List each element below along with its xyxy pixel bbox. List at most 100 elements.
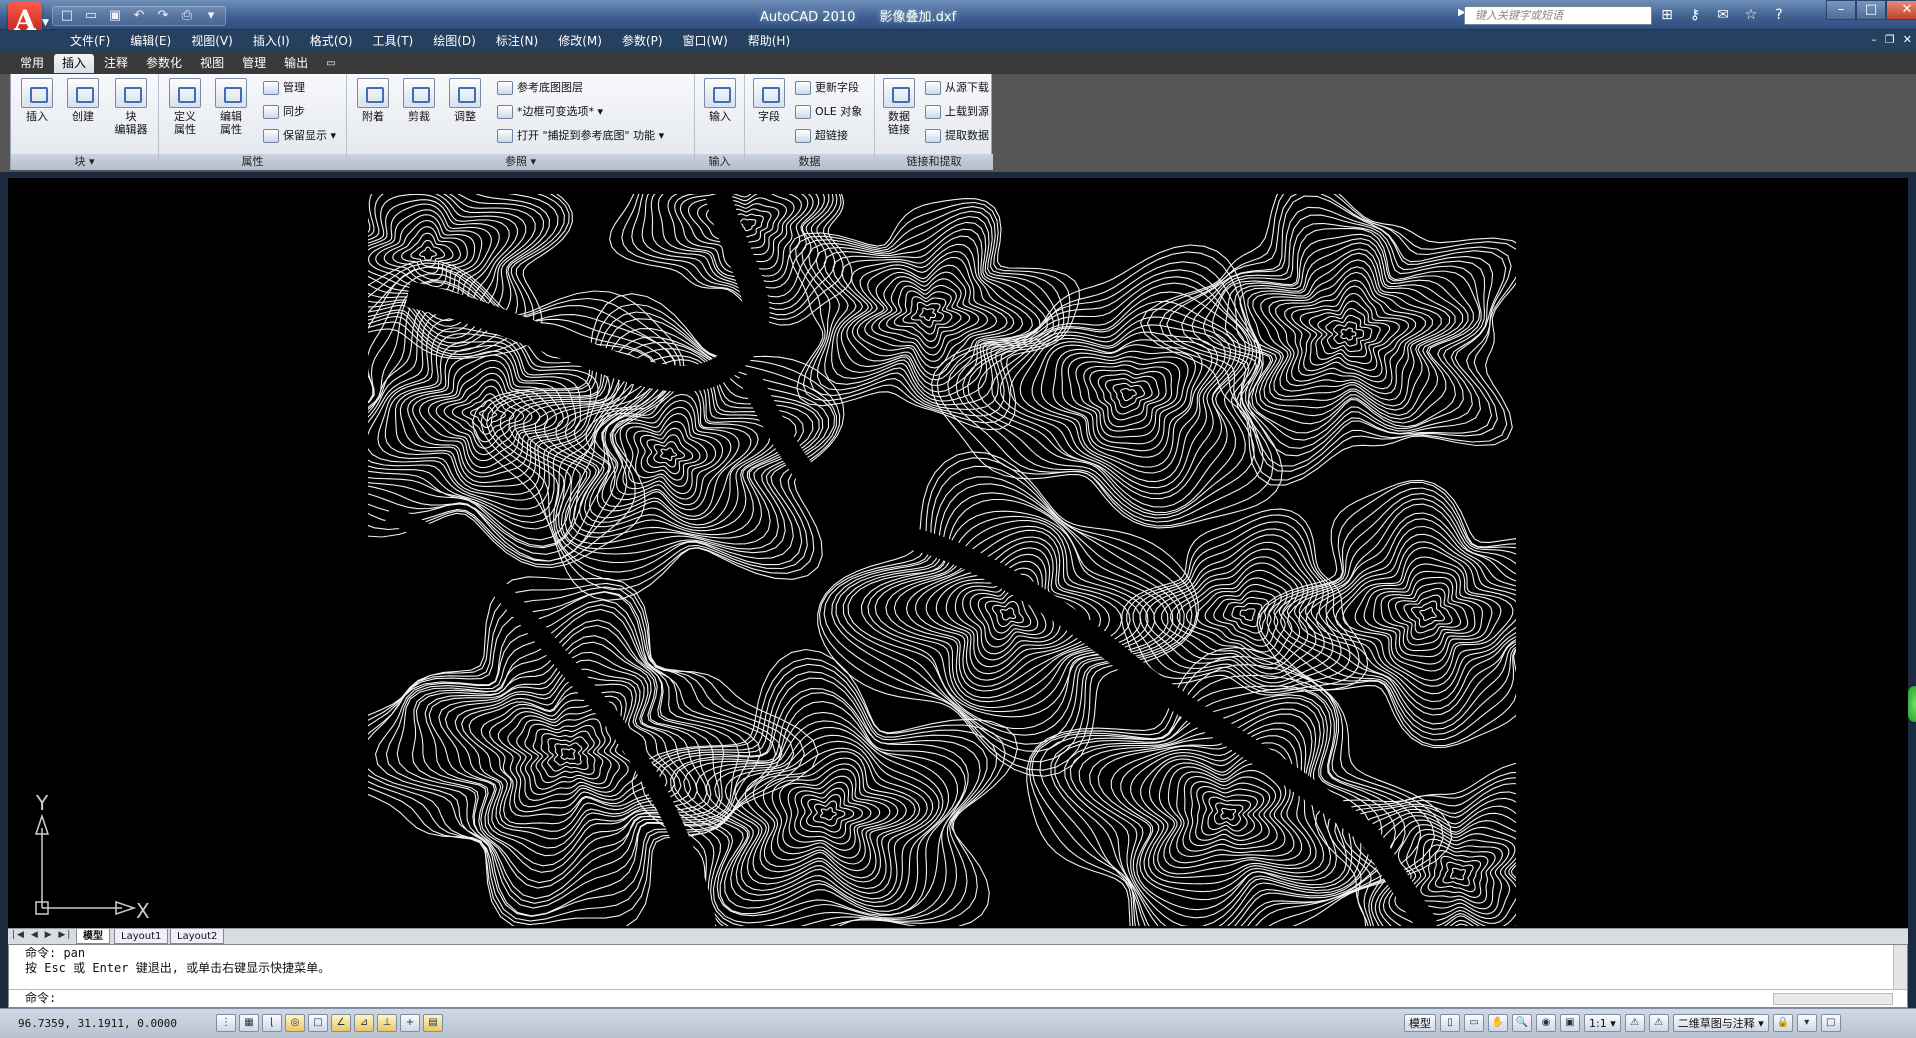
menu-view[interactable]: 视图(V) [181, 33, 243, 49]
frames-dropdown[interactable]: *边框可变选项* ▾ [497, 102, 603, 122]
new-icon[interactable]: □ [57, 7, 77, 25]
menu-tools[interactable]: 工具(T) [363, 33, 424, 49]
menu-draw[interactable]: 绘图(D) [423, 33, 486, 49]
retain-display-button[interactable]: 保留显示 ▾ [263, 126, 336, 146]
dynamic-ucs-icon[interactable]: ⊿ [354, 1014, 374, 1032]
clip-button[interactable]: 剪裁 [397, 78, 441, 123]
zoom-icon[interactable]: 🔍 [1512, 1014, 1532, 1032]
menu-modify[interactable]: 修改(M) [548, 33, 612, 49]
layout-nav-arrows-icon[interactable]: |◀ ◀ ▶ ▶| [12, 930, 72, 940]
print-icon[interactable]: ⎙ [177, 7, 197, 25]
snap-underlay-dropdown[interactable]: 打开 "捕捉到参考底图" 功能 ▾ [497, 126, 664, 146]
grid-display-icon[interactable]: ▦ [239, 1014, 259, 1032]
underlay-layers-button[interactable]: 参考底图图层 [497, 78, 583, 98]
menu-file[interactable]: 文件(F) [60, 33, 120, 49]
menu-help[interactable]: 帮助(H) [738, 33, 800, 49]
sync-attributes-button[interactable]: 同步 [263, 102, 305, 122]
snap-mode-icon[interactable]: ⋮ [216, 1014, 236, 1032]
command-scrollbar[interactable] [1893, 945, 1907, 989]
workspace-switch-dropdown[interactable]: 二维草图与注释 ▾ [1672, 1014, 1769, 1032]
menu-insert[interactable]: 插入(I) [243, 33, 300, 49]
redo-icon[interactable]: ↷ [153, 7, 173, 25]
manage-attributes-button[interactable]: 管理 [263, 78, 305, 98]
tab-annotate[interactable]: 注释 [96, 54, 136, 73]
quick-view-drawings-icon[interactable]: ▭ [1464, 1014, 1484, 1032]
doc-restore-icon[interactable]: ❐ [1885, 33, 1895, 46]
download-from-source-button[interactable]: 从源下载 [925, 78, 989, 98]
binoculars-icon[interactable]: ⊞ [1656, 5, 1678, 25]
panel-title-block[interactable]: 块 ▾ [11, 154, 158, 170]
annotation-scale-dropdown[interactable]: 1:1 ▾ [1584, 1014, 1621, 1032]
hyperlink-button[interactable]: 超链接 [795, 126, 848, 146]
lock-icon[interactable]: 🔒 [1772, 1014, 1793, 1032]
comm-center-icon[interactable]: ✉ [1712, 5, 1734, 25]
steering-wheel-icon[interactable]: ◉ [1536, 1014, 1556, 1032]
tab-home[interactable]: 常用 [12, 54, 52, 73]
undo-icon[interactable]: ↶ [129, 7, 149, 25]
key-icon[interactable]: ⚷ [1684, 5, 1706, 25]
menu-window[interactable]: 窗口(W) [673, 33, 738, 49]
polar-tracking-icon[interactable]: ◎ [285, 1014, 305, 1032]
model-space-button[interactable]: 模型 [1404, 1014, 1436, 1032]
annotation-visibility-icon[interactable]: ⚠ [1624, 1014, 1645, 1032]
command-input[interactable]: 命令: [9, 989, 1907, 1007]
quick-view-layouts-icon[interactable]: ▯ [1440, 1014, 1460, 1032]
minimize-button[interactable]: – [1826, 0, 1856, 20]
lineweight-icon[interactable]: + [400, 1014, 420, 1032]
help-icon[interactable]: ? [1768, 5, 1790, 25]
tab-view[interactable]: 视图 [192, 54, 232, 73]
extract-data-button[interactable]: 提取数据 [925, 126, 989, 146]
ole-object-button[interactable]: OLE 对象 [795, 102, 862, 122]
data-link-button[interactable]: 数据 链接 [877, 78, 921, 136]
panel-title-reference[interactable]: 参照 ▾ [347, 154, 694, 170]
dropdown-icon[interactable]: ▾ [201, 7, 221, 25]
doc-minimize-icon[interactable]: – [1871, 33, 1877, 46]
menu-edit[interactable]: 编辑(E) [120, 33, 181, 49]
tab-insert[interactable]: 插入 [54, 54, 95, 73]
block-editor-label-1: 块 [125, 110, 137, 123]
tray-settings-icon[interactable]: ▾ [1796, 1014, 1817, 1032]
doc-close-icon[interactable]: ✕ [1903, 33, 1912, 46]
ribbon-minimize-icon[interactable]: ▭ [318, 54, 343, 73]
menu-parametric[interactable]: 参数(P) [612, 33, 673, 49]
restore-button[interactable]: □ [1856, 0, 1886, 20]
insert-block-button[interactable]: 插入 [15, 78, 59, 123]
object-snap-tracking-icon[interactable]: ∠ [331, 1014, 351, 1032]
tab-parametric[interactable]: 参数化 [138, 54, 190, 73]
open-icon[interactable]: ▭ [81, 7, 101, 25]
create-block-button[interactable]: 创建 [61, 78, 105, 123]
tab-manage[interactable]: 管理 [234, 54, 274, 73]
tab-output[interactable]: 输出 [276, 54, 316, 73]
search-input[interactable]: 键入关键字或短语 [1464, 6, 1652, 25]
tab-layout1[interactable]: Layout1 [114, 929, 169, 944]
side-handle-icon[interactable] [1908, 686, 1916, 722]
pan-icon[interactable]: ✋ [1488, 1014, 1508, 1032]
import-button[interactable]: 输入 [698, 78, 742, 123]
showmotion-icon[interactable]: ▣ [1560, 1014, 1580, 1032]
object-snap-icon[interactable]: □ [308, 1014, 328, 1032]
upload-to-source-button[interactable]: 上载到源 [925, 102, 989, 122]
define-attributes-button[interactable]: 定义 属性 [163, 78, 207, 136]
quick-properties-icon[interactable]: ▤ [423, 1014, 443, 1032]
clean-screen-icon[interactable]: □ [1820, 1014, 1841, 1032]
coordinates-readout[interactable]: 96.7359, 31.1911, 0.0000 [18, 1017, 177, 1030]
edit-attributes-button[interactable]: 编辑 属性 [209, 78, 253, 136]
close-button[interactable]: ✕ [1886, 0, 1916, 20]
command-hscrollbar[interactable] [1773, 993, 1893, 1005]
menu-dimension[interactable]: 标注(N) [486, 33, 548, 49]
adjust-button[interactable]: 调整 [443, 78, 487, 123]
tab-model[interactable]: 模型 [76, 929, 110, 944]
attach-button[interactable]: 附着 [351, 78, 395, 123]
save-icon[interactable]: ▣ [105, 7, 125, 25]
update-fields-button[interactable]: 更新字段 [795, 78, 859, 98]
star-icon[interactable]: ☆ [1740, 5, 1762, 25]
menu-format[interactable]: 格式(O) [300, 33, 363, 49]
block-editor-button[interactable]: 块 编辑器 [109, 78, 153, 136]
drawing-canvas[interactable]: Y X [8, 178, 1908, 928]
ole-label: OLE 对象 [815, 105, 863, 118]
dynamic-input-icon[interactable]: ⊥ [377, 1014, 397, 1032]
field-button[interactable]: 字段 [747, 78, 791, 123]
auto-scale-icon[interactable]: ⚠ [1648, 1014, 1669, 1032]
ortho-mode-icon[interactable]: ⌊ [262, 1014, 282, 1032]
tab-layout2[interactable]: Layout2 [170, 929, 225, 944]
